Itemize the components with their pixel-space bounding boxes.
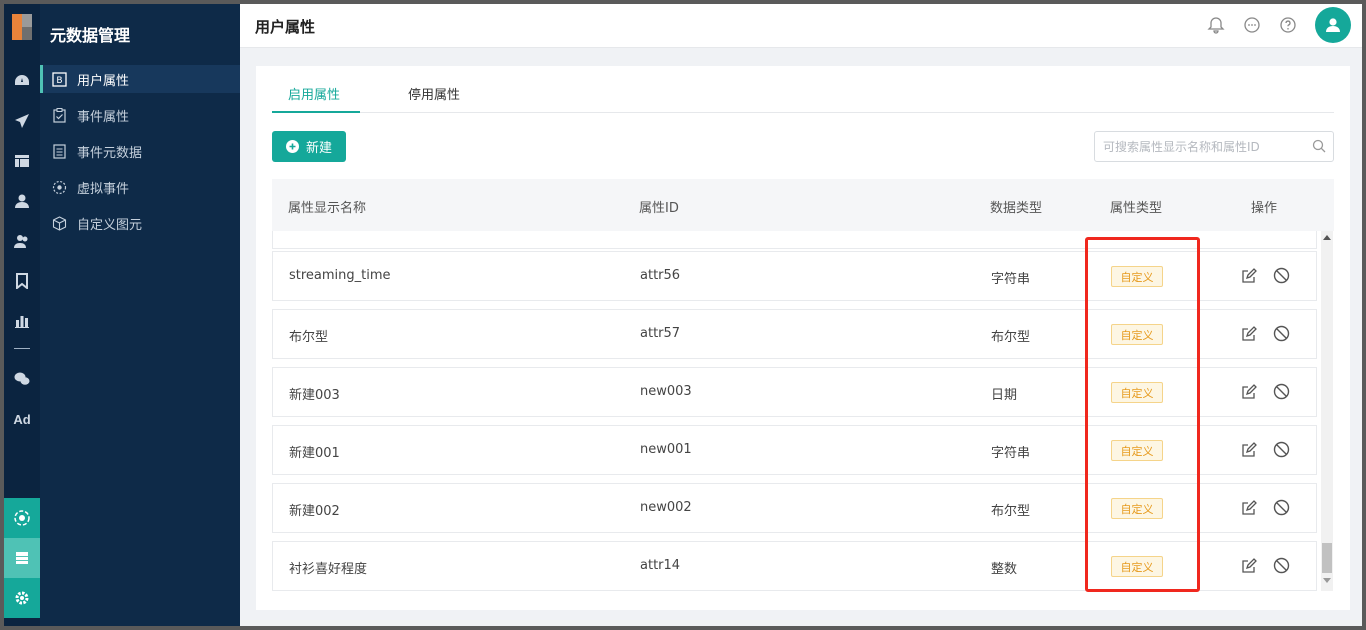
col-header-name: 属性显示名称 (288, 201, 367, 216)
search-input[interactable] (1094, 131, 1334, 162)
sidebar-item-label: 自定义图元 (77, 217, 143, 233)
cube-icon (52, 215, 67, 231)
col-header-actions: 操作 (1251, 201, 1278, 216)
app-window: Ad 元数据管理 B 用户属性 事件属性 事件元数据 虚拟事件 自定义图元 用户… (4, 4, 1362, 626)
sidebar-item-virtual-events[interactable]: 虚拟事件 (40, 173, 240, 201)
edit-icon[interactable] (1241, 384, 1257, 400)
cell-name: 新建003 (289, 388, 340, 403)
sidebar-item-label: 用户属性 (77, 73, 130, 89)
server-icon[interactable] (4, 538, 40, 578)
edit-icon[interactable] (1241, 500, 1257, 516)
sidebar-item-label: 虚拟事件 (77, 181, 130, 197)
disable-icon[interactable] (1273, 557, 1290, 574)
avatar[interactable] (1315, 7, 1351, 43)
tab-enabled-attributes[interactable]: 启用属性 (288, 84, 340, 103)
cell-id: new002 (640, 500, 692, 515)
edit-icon[interactable] (1241, 558, 1257, 574)
edit-icon[interactable] (1241, 326, 1257, 342)
col-header-id: 属性ID (639, 201, 679, 216)
active-tab-indicator (272, 111, 360, 113)
table-scrollbar[interactable] (1321, 231, 1333, 591)
sidebar-item-event-metadata[interactable]: 事件元数据 (40, 137, 240, 165)
disable-icon[interactable] (1273, 499, 1290, 516)
wechat-icon[interactable] (4, 364, 40, 394)
table-header: 属性显示名称 属性ID 数据类型 属性类型 操作 (272, 179, 1334, 231)
ad-icon[interactable]: Ad (4, 404, 40, 434)
col-header-attr-type: 属性类型 (1110, 201, 1163, 216)
bracket-b-icon: B (52, 71, 67, 87)
bar-chart-icon[interactable] (4, 306, 40, 336)
col-header-data-type: 数据类型 (990, 201, 1043, 216)
header: 用户属性 (240, 4, 1362, 48)
cell-id: attr14 (640, 558, 681, 573)
sidebar-item-label: 事件属性 (77, 109, 130, 125)
bookmark-icon[interactable] (4, 266, 40, 296)
icon-rail: Ad (4, 4, 40, 626)
cell-id: attr56 (640, 268, 681, 283)
cell-name: streaming_time (289, 268, 391, 283)
edit-icon[interactable] (1241, 442, 1257, 458)
logo-icon (12, 14, 32, 40)
search-icon[interactable] (1312, 139, 1326, 153)
disable-icon[interactable] (1273, 383, 1290, 400)
user-icon[interactable] (4, 186, 40, 216)
gear-icon[interactable] (4, 578, 40, 618)
dashed-circle-icon (52, 180, 67, 194)
page-title: 用户属性 (255, 18, 316, 36)
cell-name: 衬衫喜好程度 (289, 562, 368, 577)
users-icon[interactable] (4, 226, 40, 256)
clipboard-check-icon (53, 107, 66, 123)
sidebar-item-label: 事件元数据 (77, 145, 143, 161)
sidebar: 元数据管理 B 用户属性 事件属性 事件元数据 虚拟事件 自定义图元 (40, 4, 240, 626)
sidebar-item-event-attributes[interactable]: 事件属性 (40, 101, 240, 129)
plus-circle-icon (285, 140, 299, 153)
disable-icon[interactable] (1273, 441, 1290, 458)
help-icon[interactable] (1279, 16, 1297, 34)
disable-icon[interactable] (1273, 267, 1290, 284)
cell-id: attr57 (640, 326, 681, 341)
scroll-down-arrow-icon[interactable] (1323, 578, 1331, 583)
layout-icon[interactable] (4, 146, 40, 176)
annotation-highlight-box (1085, 237, 1200, 592)
cell-name: 布尔型 (289, 330, 329, 345)
scroll-thumb[interactable] (1322, 543, 1332, 573)
bell-icon[interactable] (1207, 16, 1225, 34)
ad-label: Ad (13, 411, 31, 427)
cell-data-type: 布尔型 (991, 330, 1031, 345)
sidebar-item-user-attributes[interactable]: B 用户属性 (40, 65, 240, 93)
user-avatar-icon (1326, 18, 1340, 32)
cell-name: 新建001 (289, 446, 340, 461)
send-icon[interactable] (4, 106, 40, 136)
new-button[interactable]: 新建 (272, 131, 346, 162)
hub-icon[interactable] (4, 498, 40, 538)
list-doc-icon (53, 143, 66, 159)
cell-data-type: 整数 (991, 562, 1018, 577)
sidebar-item-custom-elements[interactable]: 自定义图元 (40, 209, 240, 237)
tab-disabled-attributes[interactable]: 停用属性 (408, 84, 460, 103)
cell-data-type: 字符串 (991, 446, 1031, 461)
cell-id: new001 (640, 442, 692, 457)
dashboard-icon[interactable] (4, 66, 40, 96)
edit-icon[interactable] (1241, 268, 1257, 284)
svg-text:B: B (56, 76, 62, 86)
chat-icon[interactable] (1243, 16, 1261, 34)
tab-bar: 启用属性 停用属性 (272, 66, 1334, 113)
cell-id: new003 (640, 384, 692, 399)
rail-divider (14, 348, 30, 349)
scroll-up-arrow-icon[interactable] (1323, 235, 1331, 240)
new-button-label: 新建 (305, 141, 332, 156)
cell-data-type: 日期 (991, 388, 1018, 403)
cell-name: 新建002 (289, 504, 340, 519)
cell-data-type: 布尔型 (991, 504, 1031, 519)
sidebar-title: 元数据管理 (50, 26, 131, 45)
cell-data-type: 字符串 (991, 272, 1031, 287)
disable-icon[interactable] (1273, 325, 1290, 342)
